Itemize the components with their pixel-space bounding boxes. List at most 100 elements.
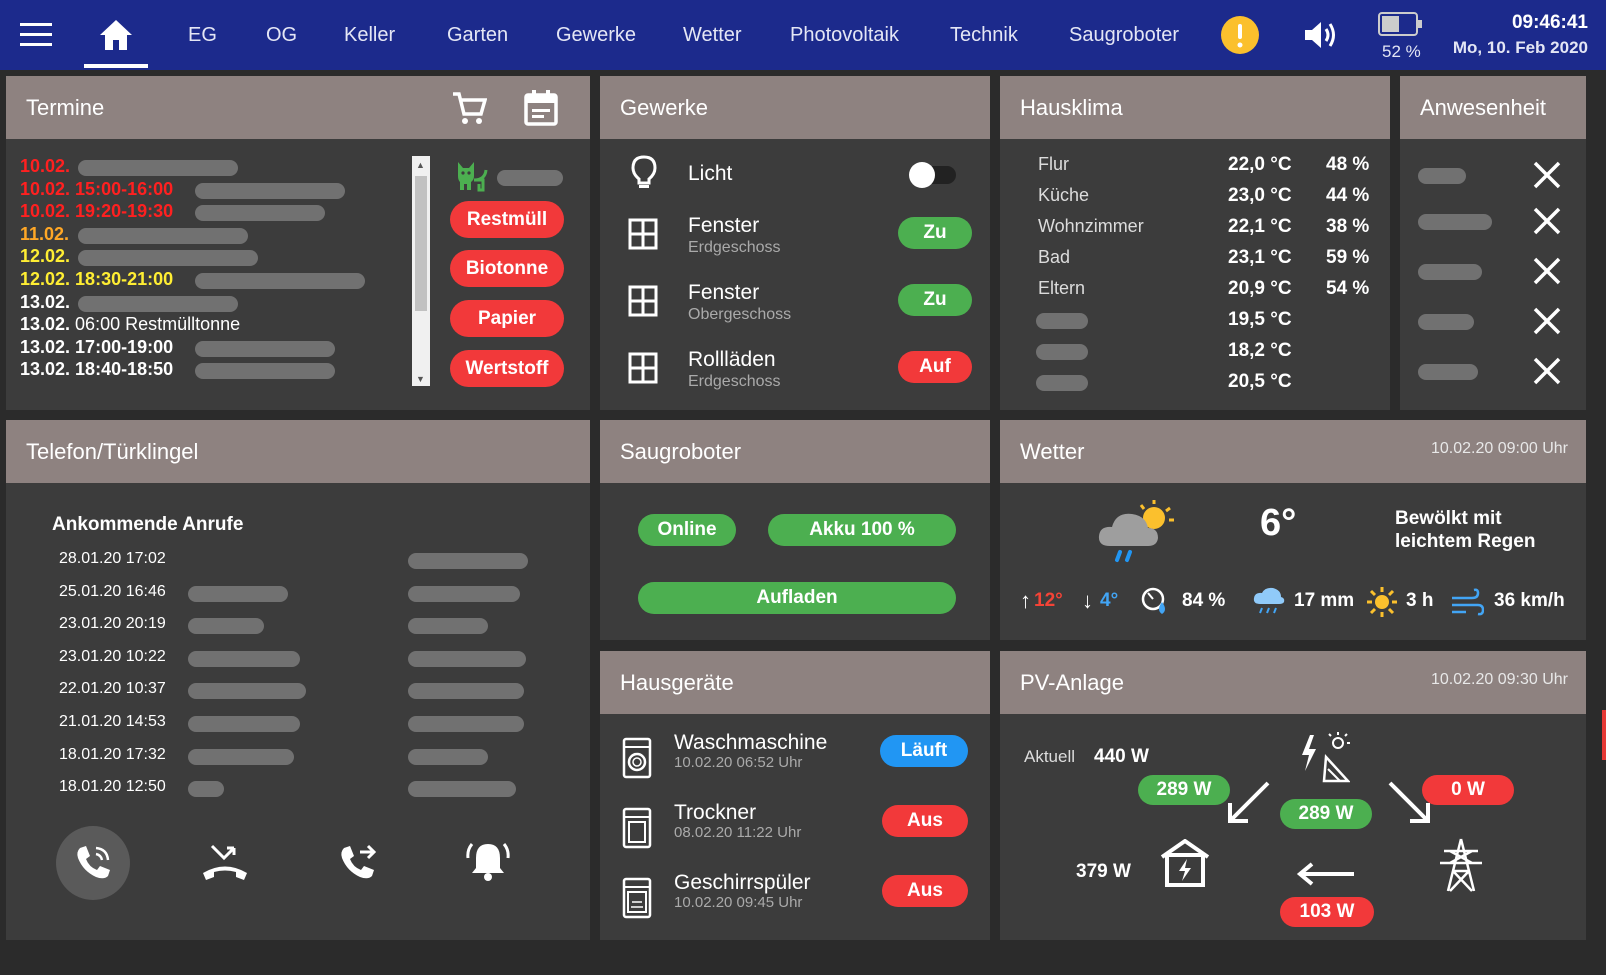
termine-row: 10.02. (20, 156, 410, 179)
termine-list: 10.02. 10.02. 15:00-16:00 10.02. 19:20-19:30… (20, 156, 410, 382)
klima-humidity: 38 % (1326, 216, 1370, 237)
tab-og[interactable]: OG (266, 0, 297, 70)
temp-max: 12° (1034, 590, 1063, 611)
anwesenheit-header: Anwesenheit (1400, 76, 1586, 139)
klima-room: Eltern (1038, 278, 1086, 298)
gewerke-header: Gewerke (600, 76, 990, 139)
tab-eg[interactable]: EG (188, 0, 217, 70)
termine-date: 10.02. (20, 178, 71, 199)
absent-icon (1532, 306, 1562, 341)
hausgeraete-panel: Hausgeräte Waschmaschine 10.02.20 06:52 U… (600, 651, 990, 940)
dishwasher-icon (622, 877, 652, 924)
to-house-badge: 289 W (1138, 775, 1230, 805)
phone-icon[interactable] (56, 826, 130, 900)
shutter-icon (628, 352, 658, 389)
klima-temp: 22,1 °C (1228, 216, 1292, 237)
calendar-icon[interactable] (523, 89, 559, 133)
klima-humidity: 54 % (1326, 278, 1370, 299)
termine-date: 12.02. (20, 246, 71, 267)
telefon-panel: Telefon/Türklingel Ankommende Anrufe 28.… (6, 420, 590, 940)
warning-icon[interactable] (1220, 0, 1260, 70)
shopping-cart-icon[interactable] (451, 90, 488, 132)
call-time: 18.01.20 17:32 (59, 745, 166, 763)
tab-gewerke[interactable]: Gewerke (556, 0, 636, 70)
termine-time: 18:30-21:00 (75, 268, 174, 289)
arrow-down-right-icon (1386, 779, 1432, 830)
aufladen-button[interactable]: Aufladen (638, 582, 956, 614)
termine-scrollbar[interactable]: ▲ ▼ (412, 156, 430, 386)
solar-panel-icon (1298, 731, 1351, 788)
tab-wetter[interactable]: Wetter (683, 0, 742, 70)
klima-temp: 20,9 °C (1228, 278, 1292, 299)
arrow-down-left-icon (1226, 779, 1272, 830)
doorbell-icon[interactable] (464, 838, 512, 891)
termine-row: 12.02. 18:30-21:00 (20, 269, 410, 292)
termine-panel: Termine 10.02. 10.02. 15:00-16:00 10.02. 19:… (6, 76, 590, 410)
window-icon (628, 218, 658, 255)
termine-row: 10.02. 15:00-16:00 (20, 179, 410, 202)
termine-date: 11.02. (20, 223, 70, 244)
appliance-name: Waschmaschine (674, 731, 828, 754)
tab-saugroboter[interactable]: Saugroboter (1069, 0, 1179, 70)
house-value: 379 W (1076, 861, 1131, 882)
cat-icon (455, 160, 489, 197)
call-time: 23.01.20 10:22 (59, 647, 166, 665)
wetter-panel: Wetter 10.02.20 09:00 Uhr 6° Bewölkt mit … (1000, 420, 1586, 640)
washer-icon (622, 737, 652, 784)
termine-row: 13.02. 17:00-19:00 (20, 337, 410, 360)
arrow-up-icon: ↑ (1020, 588, 1031, 613)
call-forward-icon[interactable] (336, 840, 382, 891)
panel-title: PV-Anlage (1020, 669, 1124, 695)
call-time: 22.01.20 10:37 (59, 680, 166, 698)
sun-icon (1366, 586, 1398, 623)
pv-header: PV-Anlage 10.02.20 09:30 Uhr (1000, 651, 1586, 714)
termine-date: 13.02. (20, 336, 71, 357)
call-time: 25.01.20 16:46 (59, 582, 166, 600)
call-time: 23.01.20 20:19 (59, 615, 166, 633)
gewerk-state-badge: Zu (898, 284, 972, 316)
sun-hours-value: 3 h (1406, 590, 1434, 611)
online-badge: Online (638, 514, 736, 546)
absent-icon (1532, 256, 1562, 291)
hausklima-panel: Hausklima Flur 22,0 °C 48 % Küche 23,0 °C 44 … (1000, 76, 1390, 410)
klima-temp: 18,2 °C (1228, 340, 1292, 361)
calls-heading: Ankommende Anrufe (52, 514, 244, 535)
wetter-header: Wetter 10.02.20 09:00 Uhr (1000, 420, 1586, 483)
call-time: 28.01.20 17:02 (59, 550, 166, 567)
tab-garten[interactable]: Garten (447, 0, 508, 70)
appliance-name: Geschirrspüler (674, 871, 811, 894)
tab-keller[interactable]: Keller (344, 0, 395, 70)
gewerk-label: Rollläden (688, 348, 776, 371)
termine-row: 11.02. (20, 224, 410, 247)
arrow-left-icon (1296, 861, 1356, 892)
tab-technik[interactable]: Technik (950, 0, 1018, 70)
klima-humidity: 44 % (1326, 185, 1370, 206)
licht-toggle[interactable] (909, 162, 956, 188)
absent-icon (1532, 206, 1562, 241)
akku-badge: Akku 100 % (768, 514, 956, 546)
aktuell-label: Aktuell (1024, 747, 1076, 766)
pv-panel: PV-Anlage 10.02.20 09:30 Uhr Aktuell 440 … (1000, 651, 1586, 940)
hausklima-header: Hausklima (1000, 76, 1390, 139)
panel-title: Telefon/Türklingel (26, 438, 199, 464)
termine-time: 15:00-16:00 (75, 178, 174, 199)
gewerke-panel: Gewerke Licht Fenster Erdgeschoss Zu Fenste… (600, 76, 990, 410)
wind-icon (1450, 588, 1485, 623)
klima-room: Küche (1038, 185, 1090, 205)
klima-temp: 20,5 °C (1228, 371, 1292, 392)
tab-photovoltaik[interactable]: Photovoltaik (790, 0, 899, 70)
saugroboter-header: Saugroboter (600, 420, 990, 483)
termine-date: 13.02. (20, 291, 71, 312)
home-icon[interactable] (84, 0, 148, 70)
rain-value: 17 mm (1294, 590, 1355, 611)
missed-call-icon[interactable] (200, 840, 250, 891)
gewerk-state-badge: Auf (898, 351, 972, 383)
termine-row: 10.02. 19:20-19:30 (20, 201, 410, 224)
gewerk-label: Fenster (688, 281, 760, 304)
gewerk-state-badge: Zu (898, 217, 972, 249)
volume-icon[interactable] (1302, 0, 1340, 70)
hausgeraete-header: Hausgeräte (600, 651, 990, 714)
panel-title: Anwesenheit (1420, 94, 1546, 120)
panel-title: Gewerke (620, 94, 709, 120)
menu-icon[interactable] (20, 0, 52, 70)
